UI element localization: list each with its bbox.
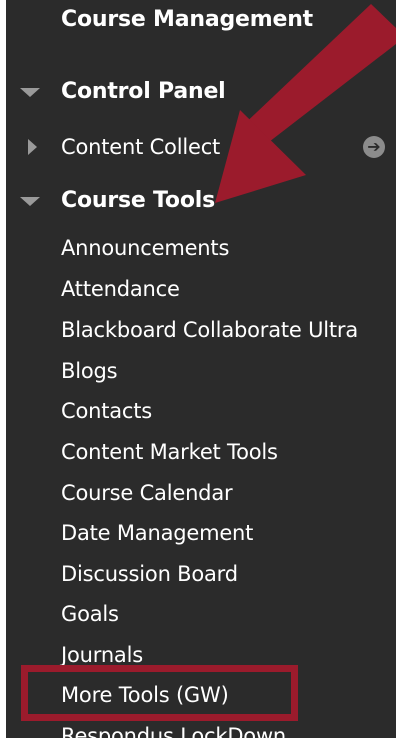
menu-item-content-market-tools[interactable]: Content Market Tools (6, 438, 396, 468)
menu-item-label: Discussion Board (61, 562, 238, 586)
menu-item-blogs[interactable]: Blogs (6, 357, 396, 387)
section-title: Course Management (61, 7, 313, 32)
menu-item-label: Course Calendar (61, 481, 233, 505)
menu-item-label: Attendance (61, 277, 180, 301)
content-collection-item[interactable]: Content Collect ➔ (6, 133, 396, 163)
course-tools-label: Course Tools (61, 188, 215, 213)
triangle-down-icon[interactable] (20, 197, 40, 206)
menu-item-label: Blackboard Collaborate Ultra (61, 318, 359, 342)
circle-arrow-right-icon[interactable]: ➔ (363, 136, 385, 158)
menu-item-collaborate-ultra[interactable]: Blackboard Collaborate Ultra (6, 316, 396, 346)
menu-item-course-calendar[interactable]: Course Calendar (6, 479, 396, 509)
triangle-right-icon[interactable] (28, 139, 37, 155)
menu-item-label: Blogs (61, 359, 118, 383)
menu-item-more-tools-gw[interactable]: More Tools (GW) (6, 681, 396, 711)
course-menu-panel: Course Management Control Panel Content … (6, 0, 396, 738)
menu-item-date-management[interactable]: Date Management (6, 519, 396, 549)
menu-item-journals[interactable]: Journals (6, 641, 396, 671)
menu-item-attendance[interactable]: Attendance (6, 275, 396, 305)
triangle-down-icon[interactable] (20, 88, 40, 97)
menu-item-contacts[interactable]: Contacts (6, 397, 396, 427)
menu-item-label: Contacts (61, 399, 153, 423)
menu-item-label: More Tools (GW) (61, 683, 229, 707)
menu-item-discussion-board[interactable]: Discussion Board (6, 560, 396, 590)
menu-item-label: Respondus LockDown (61, 724, 287, 738)
menu-item-label: Content Market Tools (61, 440, 278, 464)
control-panel-toggle[interactable]: Control Panel (6, 78, 396, 108)
course-tools-toggle[interactable]: Course Tools (6, 187, 396, 217)
menu-item-announcements[interactable]: Announcements (6, 234, 396, 264)
control-panel-label: Control Panel (61, 79, 226, 104)
menu-item-label: Journals (61, 643, 143, 667)
content-collection-label: Content Collect (61, 135, 221, 159)
screenshot-frame: Course Management Control Panel Content … (0, 0, 396, 738)
menu-item-label: Date Management (61, 521, 254, 545)
menu-item-label: Goals (61, 602, 119, 626)
menu-item-goals[interactable]: Goals (6, 600, 396, 630)
menu-item-respondus-lockdown[interactable]: Respondus LockDown (6, 722, 396, 738)
course-management-heading: Course Management (6, 6, 396, 36)
menu-item-label: Announcements (61, 236, 230, 260)
